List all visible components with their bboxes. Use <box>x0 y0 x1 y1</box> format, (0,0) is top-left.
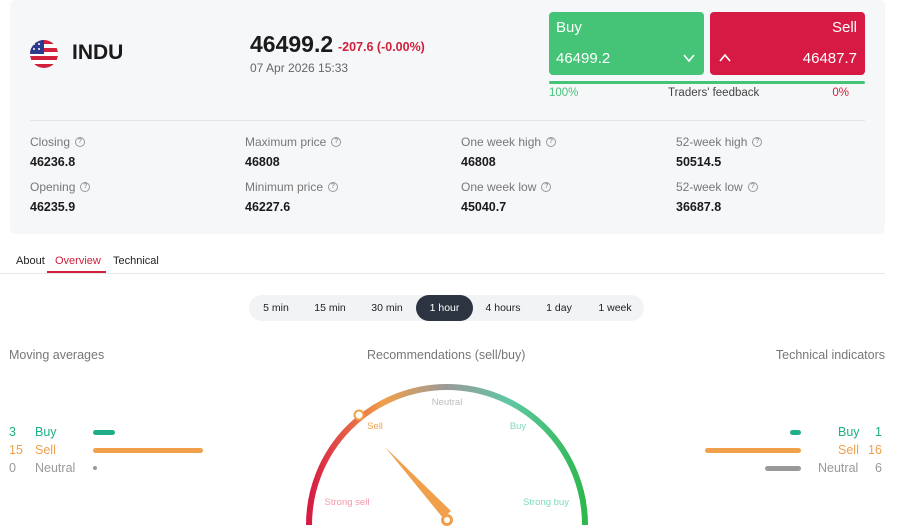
sell-button[interactable]: Sell 46487.7 <box>710 12 865 75</box>
ma-neutral-count: 0 <box>9 461 16 475</box>
stat-52-week-high: 52-week high? 50514.5 <box>676 135 763 169</box>
info-icon[interactable]: ? <box>75 137 86 147</box>
stat-value: 46235.9 <box>30 200 76 214</box>
chevron-up-icon <box>719 53 731 62</box>
moving-averages-title: Moving averages <box>9 348 105 362</box>
card-divider <box>30 120 865 121</box>
tab-overview[interactable]: Overview <box>55 255 101 267</box>
chevron-down-icon <box>683 54 695 63</box>
sell-label: Sell <box>831 19 857 36</box>
ma-sell-label: Sell <box>35 443 56 457</box>
active-tab-indicator <box>47 271 106 273</box>
info-icon[interactable]: ? <box>747 182 758 192</box>
ma-neutral-label: Neutral <box>35 461 76 475</box>
stat-value: 45040.7 <box>461 200 507 214</box>
stat-value: 36687.8 <box>676 200 722 214</box>
tab-about[interactable]: About <box>16 255 45 267</box>
current-price: 46499.2 <box>250 31 334 57</box>
buy-price: 46499.2 <box>556 50 611 67</box>
ti-neutral-bar <box>765 466 801 471</box>
gauge-label-neutral: Neutral <box>432 397 463 408</box>
period-5-min[interactable]: 5 min <box>251 295 301 321</box>
ma-buy-label: Buy <box>35 425 57 439</box>
tab-technical[interactable]: Technical <box>113 255 159 267</box>
stat-label: 52-week high <box>676 135 748 149</box>
ti-neutral-label: Neutral <box>818 461 859 475</box>
info-icon[interactable]: ? <box>328 182 339 192</box>
gauge-label-strong-buy: Strong buy <box>523 497 569 508</box>
period-30-min[interactable]: 30 min <box>360 295 414 321</box>
technical-indicators-title: Technical indicators <box>775 348 885 362</box>
us-flag-icon <box>30 40 58 68</box>
recommendation-gauge: Neutral Sell Buy Strong sell Strong buy <box>306 384 588 526</box>
buy-label: Buy <box>556 19 582 36</box>
stat-value: 46227.6 <box>245 200 291 214</box>
period-selector: 5 min 15 min 30 min 1 hour 4 hours 1 day… <box>249 295 644 321</box>
stat-value: 46236.8 <box>30 155 76 169</box>
ti-buy-count: 1 <box>875 425 882 439</box>
ma-buy-count: 3 <box>9 425 16 439</box>
ma-neutral-dot <box>93 466 97 470</box>
feedback-buy-percent: 100% <box>549 87 579 99</box>
info-icon[interactable]: ? <box>80 182 91 192</box>
stat-label: 52-week low <box>676 180 743 194</box>
stat-label: One week high <box>461 135 542 149</box>
sell-price: 46487.7 <box>802 50 857 67</box>
stat-maximum-price: Maximum price? 46808 <box>245 135 342 169</box>
stat-value: 50514.5 <box>676 155 722 169</box>
stat-label: One week low <box>461 180 537 194</box>
instrument-card: INDU 46499.2 -207.6 (-0.00%) 07 Apr 2026… <box>10 0 885 234</box>
feedback-label: Traders' feedback <box>668 87 760 99</box>
gauge-label-strong-sell: Strong sell <box>325 497 370 508</box>
stat-closing: Closing? 46236.8 <box>30 135 86 169</box>
instrument-symbol: INDU <box>72 41 124 64</box>
ti-sell-label: Sell <box>838 443 859 457</box>
stat-label: Minimum price <box>245 180 324 194</box>
gauge-label-sell: Sell <box>367 421 383 432</box>
stat-one-week-low: One week low? 45040.7 <box>461 180 552 214</box>
gauge-needle <box>385 447 451 518</box>
period-1-hour[interactable]: 1 hour <box>416 295 473 321</box>
recommendations-title: Recommendations (sell/buy) <box>367 348 526 362</box>
ti-buy-label: Buy <box>838 425 860 439</box>
stat-52-week-low: 52-week low? 36687.8 <box>676 180 758 214</box>
stat-value: 46808 <box>245 155 280 169</box>
ma-sell-bar <box>93 448 203 453</box>
info-icon[interactable]: ? <box>546 137 557 147</box>
section-tabs: About Overview Technical <box>0 247 885 274</box>
ma-buy-bar <box>93 430 115 435</box>
stat-opening: Opening? 46235.9 <box>30 180 91 214</box>
buy-button[interactable]: Buy 46499.2 <box>549 12 704 75</box>
period-4-hours[interactable]: 4 hours <box>476 295 530 321</box>
stat-minimum-price: Minimum price? 46227.6 <box>245 180 339 214</box>
stat-label: Maximum price <box>245 135 327 149</box>
stat-value: 46808 <box>461 155 496 169</box>
gauge-label-buy: Buy <box>510 421 527 432</box>
price-change: -207.6 (-0.00%) <box>338 40 425 54</box>
traders-feedback-fill <box>549 81 865 84</box>
info-icon[interactable]: ? <box>541 182 552 192</box>
info-icon[interactable]: ? <box>331 137 342 147</box>
stat-label: Opening <box>30 180 76 194</box>
stat-one-week-high: One week high? 46808 <box>461 135 557 169</box>
traders-feedback-bar <box>549 81 865 84</box>
period-1-week[interactable]: 1 week <box>588 295 642 321</box>
feedback-sell-percent: 0% <box>832 87 849 99</box>
info-icon[interactable]: ? <box>752 137 763 147</box>
stat-label: Closing <box>30 135 71 149</box>
price-datetime: 07 Apr 2026 15:33 <box>250 61 349 75</box>
ti-buy-bar <box>790 430 801 435</box>
ti-sell-count: 16 <box>868 443 882 457</box>
ti-neutral-count: 6 <box>875 461 882 475</box>
gauge-marker <box>353 409 365 421</box>
ti-sell-bar <box>705 448 801 453</box>
period-1-day[interactable]: 1 day <box>533 295 585 321</box>
period-15-min[interactable]: 15 min <box>303 295 357 321</box>
ma-sell-count: 15 <box>9 443 23 457</box>
